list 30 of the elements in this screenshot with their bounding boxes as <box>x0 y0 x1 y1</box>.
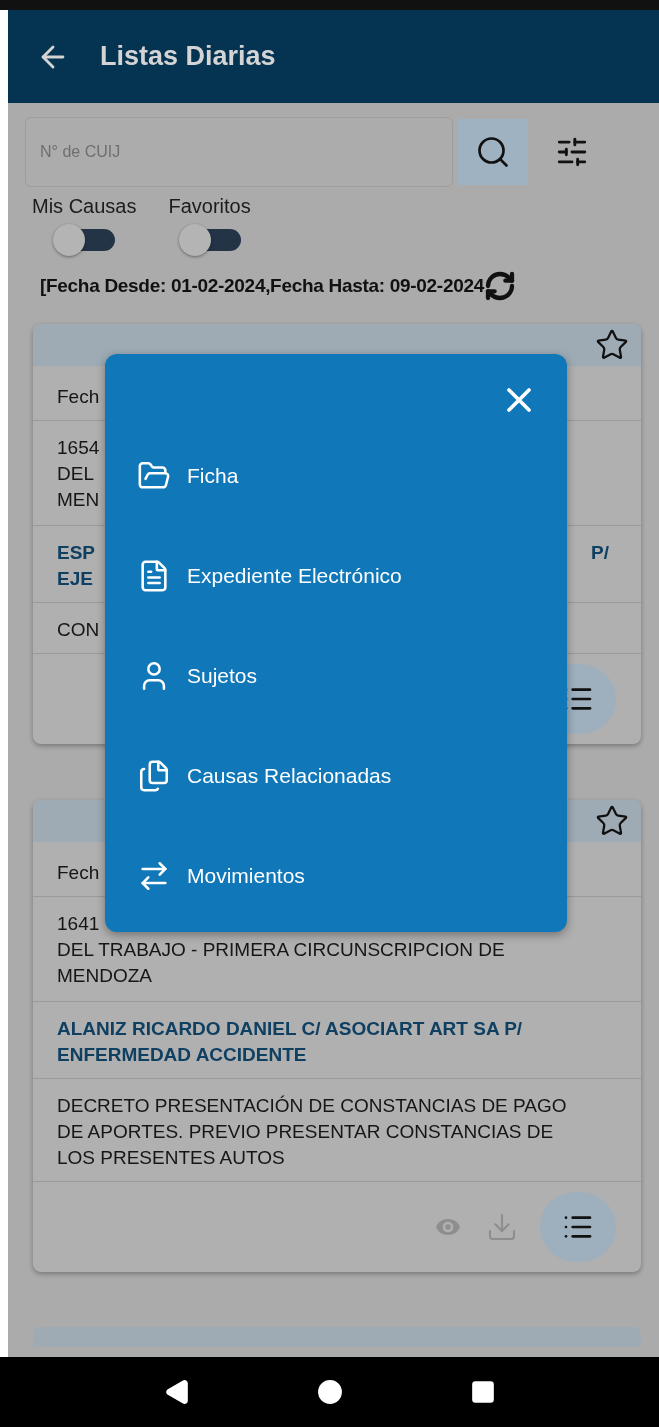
case-date-text: Fech <box>57 385 100 409</box>
download-icon <box>486 1211 518 1243</box>
filter-button[interactable] <box>555 135 589 169</box>
refresh-button[interactable] <box>483 270 516 302</box>
menu-item[interactable]: Sujetos <box>105 626 567 726</box>
toggle-label: Favoritos <box>168 195 251 218</box>
menu-item[interactable]: Causas Relacionadas <box>105 726 567 826</box>
case-description-text: CON <box>57 618 100 642</box>
toggle-switch[interactable] <box>53 224 116 254</box>
case-court-text: 1654 DEL MEN <box>57 436 100 512</box>
menu-item[interactable]: Ficha <box>105 426 567 526</box>
favorite-star-icon[interactable] <box>595 328 629 362</box>
case-parties-text: ESP EJE <box>57 541 96 591</box>
toggle-label: Mis Causas <box>32 195 137 218</box>
toggle-switch[interactable] <box>178 224 241 254</box>
case-parties-text: P/ <box>591 541 609 565</box>
case-description-text: DECRETO PRESENTACIÓN DE CONSTANCIAS DE PAGO DE APORTES. PREVIO PRESENTAR CONSTANCIAS DE LOS PRESENTES AUTOS <box>57 1094 567 1170</box>
cuij-search-field[interactable]: N° de CUIJ <box>25 117 453 187</box>
case-parties-text: ALANIZ RICARDO DANIEL C/ ASOCIART ART SA P/ ENFERMEDAD ACCIDENTE <box>57 1017 523 1067</box>
search-icon <box>475 134 511 170</box>
search-button[interactable] <box>458 119 528 185</box>
case-date-text: Fech <box>57 861 100 885</box>
menu-item[interactable]: Expediente Electrónico <box>105 526 567 626</box>
back-nav-icon[interactable] <box>163 1379 190 1405</box>
app-title: Listas Diarias <box>100 41 276 72</box>
home-nav-icon[interactable] <box>316 1379 343 1405</box>
favorite-star-icon[interactable] <box>595 804 629 838</box>
date-range-text: [Fecha Desde: 01-02-2024,Fecha Hasta: 09-02-2024 <box>40 275 484 297</box>
documents-icon <box>137 759 171 793</box>
recents-nav-icon[interactable] <box>469 1379 496 1405</box>
